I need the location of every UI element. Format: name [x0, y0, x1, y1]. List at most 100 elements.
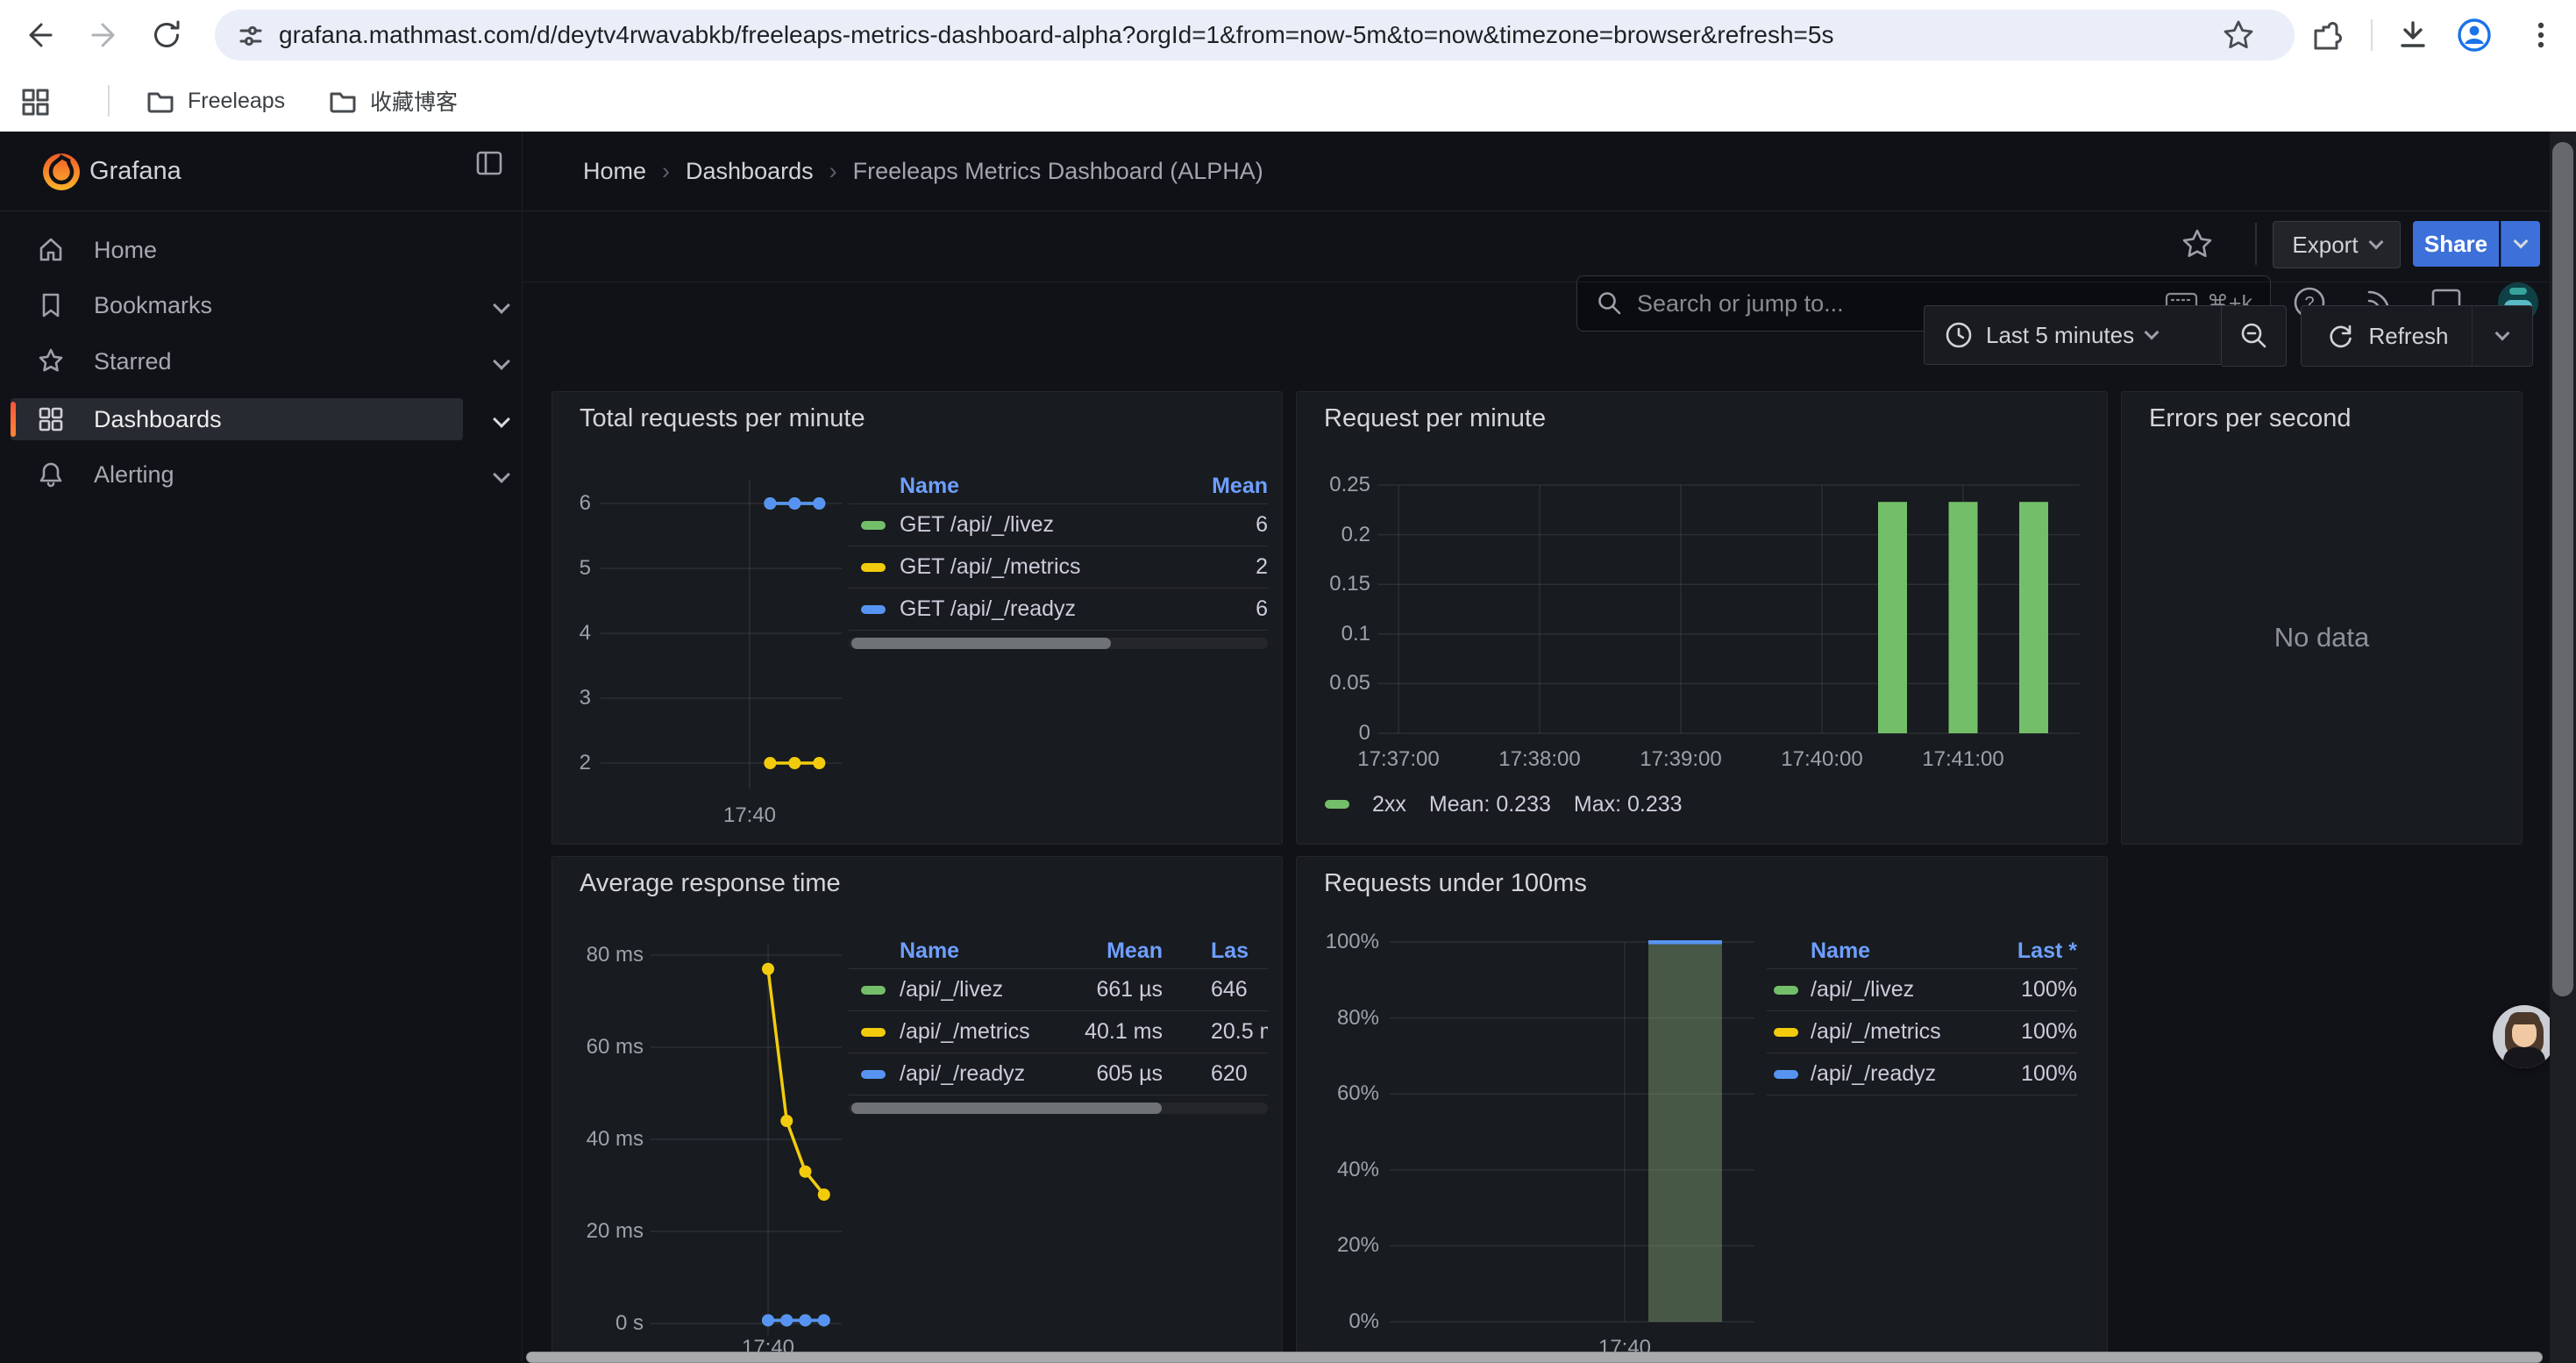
legend-row[interactable]: /api/_/metrics 100% — [1767, 1011, 2077, 1053]
y-axis-tick: 0 s — [552, 1311, 644, 1336]
extensions-icon[interactable] — [2307, 12, 2352, 58]
panel-requests-under-100ms: Requests under 100ms 100%80%60%40%20%0%1… — [1296, 856, 2108, 1363]
brand-name[interactable]: Grafana — [89, 132, 181, 211]
y-axis-tick: 40 ms — [552, 1127, 644, 1152]
breadcrumb-home[interactable]: Home — [583, 158, 646, 185]
series-last: 20.5 ms — [1211, 1019, 1268, 1045]
time-range-picker[interactable]: Last 5 minutes — [1924, 305, 2222, 365]
scrollbar-thumb[interactable] — [851, 1103, 1162, 1114]
grafana-logo[interactable] — [39, 149, 83, 193]
chevron-down-icon — [2495, 326, 2510, 341]
export-button[interactable]: Export — [2273, 221, 2401, 268]
sidebar-item-home[interactable]: Home — [11, 229, 463, 271]
legend-header: Name Mean Las — [849, 934, 1268, 969]
series-color-pill — [861, 563, 886, 572]
chevron-down-icon[interactable] — [493, 410, 510, 428]
requests-under-100ms-chart[interactable]: 100%80%60%40%20%0%17:40 — [1297, 857, 2107, 1363]
url-bar[interactable]: grafana.mathmast.com/d/deytv4rwavabkb/fr… — [215, 10, 2295, 61]
series-name[interactable]: GET /api/_/metrics — [900, 554, 1110, 580]
share-label: Share — [2424, 231, 2487, 258]
legend[interactable]: 2xx Mean: 0.233 Max: 0.233 — [1325, 791, 1683, 817]
legend-col-name[interactable]: Name — [1811, 938, 1976, 964]
browser-menu-icon[interactable] — [2518, 12, 2564, 58]
legend-col-last[interactable]: Las — [1211, 938, 1268, 964]
series-name[interactable]: GET /api/_/readyz — [900, 596, 1110, 622]
scrollbar-thumb[interactable] — [851, 638, 1111, 649]
share-button[interactable]: Share — [2413, 221, 2499, 267]
floating-assistant-avatar[interactable] — [2493, 1005, 2556, 1068]
refresh-button[interactable]: Refresh — [2301, 305, 2474, 367]
request_per_minute-plot — [1297, 392, 2109, 846]
vertical-scrollbar-thumb[interactable] — [2552, 142, 2573, 996]
legend-row[interactable]: GET /api/_/metrics 2 — [849, 546, 1268, 589]
y-axis-tick: 6 — [552, 491, 591, 516]
x-axis-tick: 17:38:00 — [1469, 747, 1610, 772]
forward-button[interactable] — [81, 12, 126, 58]
chevron-down-icon — [2145, 325, 2160, 340]
legend-scrollbar[interactable] — [849, 638, 1268, 649]
y-axis-tick: 60 ms — [552, 1035, 644, 1060]
series-name[interactable]: /api/_/readyz — [1811, 1061, 1976, 1087]
legend-row[interactable]: /api/_/metrics 40.1 ms 20.5 ms — [849, 1011, 1268, 1053]
profile-icon[interactable] — [2451, 12, 2497, 58]
bookmarks-bar: Freeleaps 收藏博客 — [0, 70, 2576, 132]
breadcrumb-dashboards[interactable]: Dashboards — [686, 158, 814, 185]
site-settings-icon[interactable] — [236, 21, 266, 51]
legend-col-mean[interactable]: Mean — [1057, 938, 1163, 964]
chevron-down-icon[interactable] — [493, 353, 510, 370]
series-color-pill — [861, 1070, 886, 1079]
sidebar-item-label: Home — [94, 237, 157, 264]
sidebar-item-bookmarks[interactable]: Bookmarks — [11, 284, 463, 326]
legend-row[interactable]: GET /api/_/livez 6 — [849, 504, 1268, 546]
share-menu-button[interactable] — [2501, 221, 2540, 267]
export-label: Export — [2292, 232, 2358, 259]
download-icon[interactable] — [2390, 12, 2436, 58]
zoom-out-button[interactable] — [2222, 305, 2287, 367]
series-name[interactable]: /api/_/livez — [1811, 977, 1976, 1003]
legend-row[interactable]: /api/_/livez 661 µs 646 — [849, 969, 1268, 1011]
legend-col-name[interactable]: Name — [900, 938, 1057, 964]
series-mean: 2 — [1110, 554, 1268, 580]
favorite-dashboard-icon[interactable] — [2180, 226, 2215, 261]
series-max: Max: 0.233 — [1574, 792, 1683, 817]
legend-col-last[interactable]: Last * — [1976, 938, 2077, 964]
series-name[interactable]: 2xx — [1372, 792, 1406, 817]
legend-row[interactable]: GET /api/_/readyz 6 — [849, 589, 1268, 631]
legend-row[interactable]: /api/_/livez 100% — [1767, 969, 2077, 1011]
home-icon — [37, 236, 65, 264]
refresh-interval-button[interactable] — [2472, 305, 2533, 367]
legend-col-mean[interactable]: Mean — [1110, 474, 1268, 499]
series-name[interactable]: /api/_/readyz — [900, 1061, 1057, 1087]
sidebar-item-dashboards[interactable]: Dashboards — [11, 398, 463, 440]
sidebar-item-alerting[interactable]: Alerting — [11, 453, 463, 496]
chevron-down-icon[interactable] — [493, 466, 510, 483]
request-per-minute-chart[interactable]: 0.250.20.150.10.05017:37:0017:38:0017:39… — [1297, 392, 2107, 844]
horizontal-scrollbar[interactable] — [526, 1352, 2543, 1363]
bookmark-star-icon[interactable] — [2221, 18, 2256, 53]
x-axis-tick: 17:40:00 — [1752, 747, 1892, 772]
folder-icon — [328, 86, 358, 116]
reload-button[interactable] — [144, 12, 189, 58]
legend-row[interactable]: /api/_/readyz 100% — [1767, 1053, 2077, 1095]
legend-header: Name Last * — [1767, 934, 2077, 969]
apps-grid-icon[interactable] — [19, 86, 51, 118]
sidebar-divider — [522, 132, 523, 1363]
legend-col-name[interactable]: Name — [900, 474, 1110, 499]
series-name[interactable]: GET /api/_/livez — [900, 512, 1110, 538]
bookmark-folder-freeleaps[interactable]: Freeleaps — [133, 81, 297, 121]
browser-chrome: grafana.mathmast.com/d/deytv4rwavabkb/fr… — [0, 0, 2576, 132]
url-text: grafana.mathmast.com/d/deytv4rwavabkb/fr… — [279, 10, 2173, 61]
time-range-label: Last 5 minutes — [1986, 322, 2134, 349]
legend-scrollbar[interactable] — [849, 1103, 1268, 1114]
legend-row[interactable]: /api/_/readyz 605 µs 620 — [849, 1053, 1268, 1095]
bookmarks-divider — [108, 85, 110, 117]
series-name[interactable]: /api/_/metrics — [1811, 1019, 1976, 1045]
series-name[interactable]: /api/_/metrics — [900, 1019, 1057, 1045]
y-axis-tick: 0 — [1297, 721, 1370, 746]
series-name[interactable]: /api/_/livez — [900, 977, 1057, 1003]
panel-title[interactable]: Errors per second — [2149, 404, 2352, 433]
sidebar-item-starred[interactable]: Starred — [11, 340, 463, 382]
bookmark-folder-blogs[interactable]: 收藏博客 — [316, 81, 470, 121]
panel-errors-per-second: Errors per second No data — [2121, 391, 2523, 845]
back-button[interactable] — [18, 12, 63, 58]
